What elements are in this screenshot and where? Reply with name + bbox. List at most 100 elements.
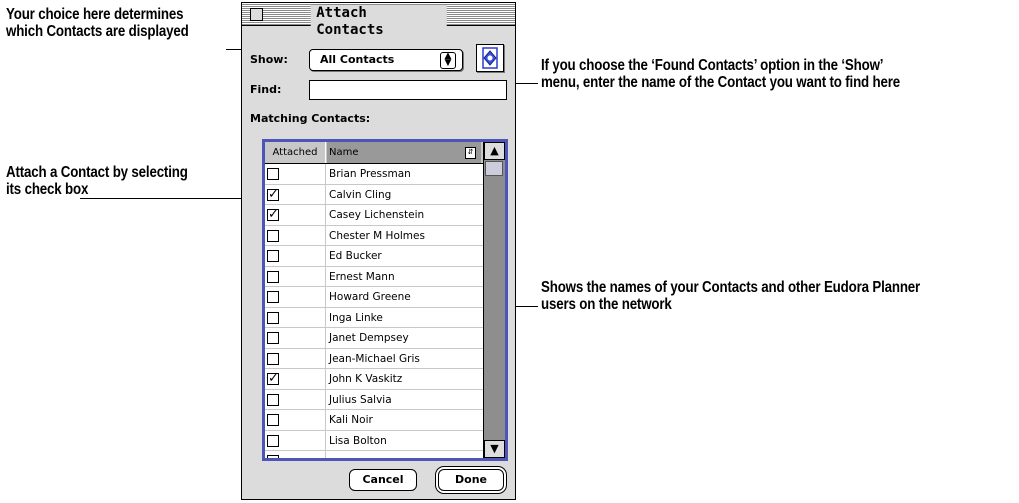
sort-order-icon[interactable]: ⇵ [465,147,476,159]
checkmark-icon: ✓ [268,371,279,386]
contact-row[interactable]: Chester M Holmes [265,225,483,246]
callout-show: Your choice here determines which Contac… [6,6,189,40]
attached-cell [265,287,326,307]
column-header-name[interactable]: Name ⇵ [327,142,481,163]
find-input[interactable] [309,80,507,100]
close-box[interactable] [250,8,263,21]
matching-contacts-list[interactable]: Attached Name ⇵ Brian Pressman ✓ Calvin Cl… [262,139,508,461]
callout-show-line1: Your choice here determines [6,6,184,23]
attached-checkbox[interactable]: ✓ [267,371,279,386]
attached-checkbox[interactable] [267,291,279,303]
column-header-attached[interactable]: Attached [265,142,326,163]
contact-name: Ernest Mann [329,270,395,283]
attached-cell [265,410,326,430]
attached-cell: ✓ [265,184,326,204]
attached-cell [265,328,326,348]
contact-name: Jean-Michael Gris [329,352,420,365]
contact-row[interactable]: Howard Greene [265,287,483,308]
checkmark-icon: ✓ [268,186,279,202]
attached-cell [265,164,326,184]
contacts-rows: Brian Pressman ✓ Calvin Cling ✓ Casey Lichen… [265,164,483,458]
attached-cell: ✓ [265,369,326,389]
contact-name: Calvin Cling [329,188,392,201]
contact-row[interactable]: Ernest Mann [265,266,483,287]
contact-name: Inga Linke [329,311,383,324]
contact-name: Casey Lichenstein [329,209,425,221]
attached-cell: ✓ [265,205,326,225]
attached-checkbox[interactable] [267,250,279,262]
address-book-icon-button[interactable] [476,44,504,72]
attached-checkbox[interactable] [267,168,279,180]
callout-attach-line2: its check box [6,181,89,198]
attached-checkbox[interactable]: ✓ [267,186,279,202]
attached-checkbox[interactable] [267,455,279,458]
contact-row[interactable]: Lisa Bolton [265,430,483,451]
contact-name: Julius Salvia [329,393,392,406]
callout-names-line2: users on the network [541,296,672,313]
scroll-thumb[interactable] [485,161,503,176]
callout-find-line1: If you choose the ‘Found Contacts’ optio… [541,57,884,74]
contact-row[interactable]: ✓ John K Vaskitz [265,369,483,390]
contact-row[interactable]: Brian Pressman [265,164,483,185]
attached-checkbox[interactable] [267,414,279,426]
contact-name: Lisa Bolton [329,434,387,447]
list-header: Attached Name ⇵ [265,142,483,164]
address-book-icon [482,47,498,69]
contact-row[interactable]: ✓ Calvin Cling [265,184,483,205]
contact-name: John K Vaskitz [329,373,403,385]
attached-cell [265,266,326,286]
title-bar[interactable]: Attach Contacts [242,3,515,39]
checkmark-icon: ✓ [268,207,279,222]
show-selected-value: All Contacts [320,53,395,66]
callout-names: Shows the names of your Contacts and oth… [541,279,920,313]
callout-find: If you choose the ‘Found Contacts’ optio… [541,57,900,91]
show-popup-menu[interactable]: All Contacts ▲ ▼ [309,49,463,71]
attach-contacts-window: Attach Contacts Show: All Contacts ▲ ▼ Fi… [241,2,516,500]
contact-name: Brian Pressman [329,168,411,180]
contact-row[interactable]: Jean-Michael Gris [265,348,483,369]
cancel-button[interactable]: Cancel [349,469,417,491]
contact-row-partial[interactable] [265,451,483,458]
contact-row[interactable]: Inga Linke [265,307,483,328]
contact-row[interactable]: Julius Salvia [265,389,483,410]
vertical-scrollbar[interactable]: ▲ ▼ [483,142,505,458]
attached-checkbox[interactable] [267,434,279,447]
contact-name: Janet Dempsey [329,332,409,344]
callout-attach-line1: Attach a Contact by selecting [6,164,188,181]
callout-attach: Attach a Contact by selecting its check … [6,164,188,198]
attached-cell [265,246,326,266]
attached-checkbox[interactable] [267,311,279,324]
contact-row[interactable]: Janet Dempsey [265,328,483,349]
contact-name: Howard Greene [329,291,411,303]
window-title: Attach Contacts [310,5,447,39]
attached-cell [265,307,326,327]
attached-cell [265,225,326,245]
contact-name: Ed Bucker [329,250,382,262]
attached-cell [265,451,326,458]
attached-cell [265,348,326,368]
contact-name: Kali Noir [329,414,373,426]
contact-row[interactable]: Ed Bucker [265,246,483,267]
contact-row[interactable]: ✓ Casey Lichenstein [265,205,483,226]
attached-checkbox[interactable] [267,270,279,283]
find-label: Find: [250,83,282,96]
leader-line-attach [80,198,258,199]
attached-checkbox[interactable] [267,352,279,365]
done-button[interactable]: Done [438,469,504,491]
attached-checkbox[interactable]: ✓ [267,207,279,222]
attached-checkbox[interactable] [267,332,279,344]
attached-checkbox[interactable] [267,393,279,406]
attached-checkbox[interactable] [267,229,279,242]
attached-cell [265,389,326,409]
contact-row[interactable]: Kali Noir [265,410,483,431]
contact-name: Chester M Holmes [329,229,425,242]
callout-show-line2: which Contacts are displayed [6,23,189,40]
callout-names-line1: Shows the names of your Contacts and oth… [541,279,921,296]
callout-find-line2: menu, enter the name of the Contact you … [541,74,901,91]
show-label: Show: [250,53,288,66]
scroll-down-arrow-icon[interactable]: ▼ [484,440,505,458]
scroll-up-arrow-icon[interactable]: ▲ [484,142,505,160]
attached-cell [265,430,326,450]
popup-arrows-icon: ▲ ▼ [440,52,456,69]
column-header-name-label: Name [329,147,359,158]
